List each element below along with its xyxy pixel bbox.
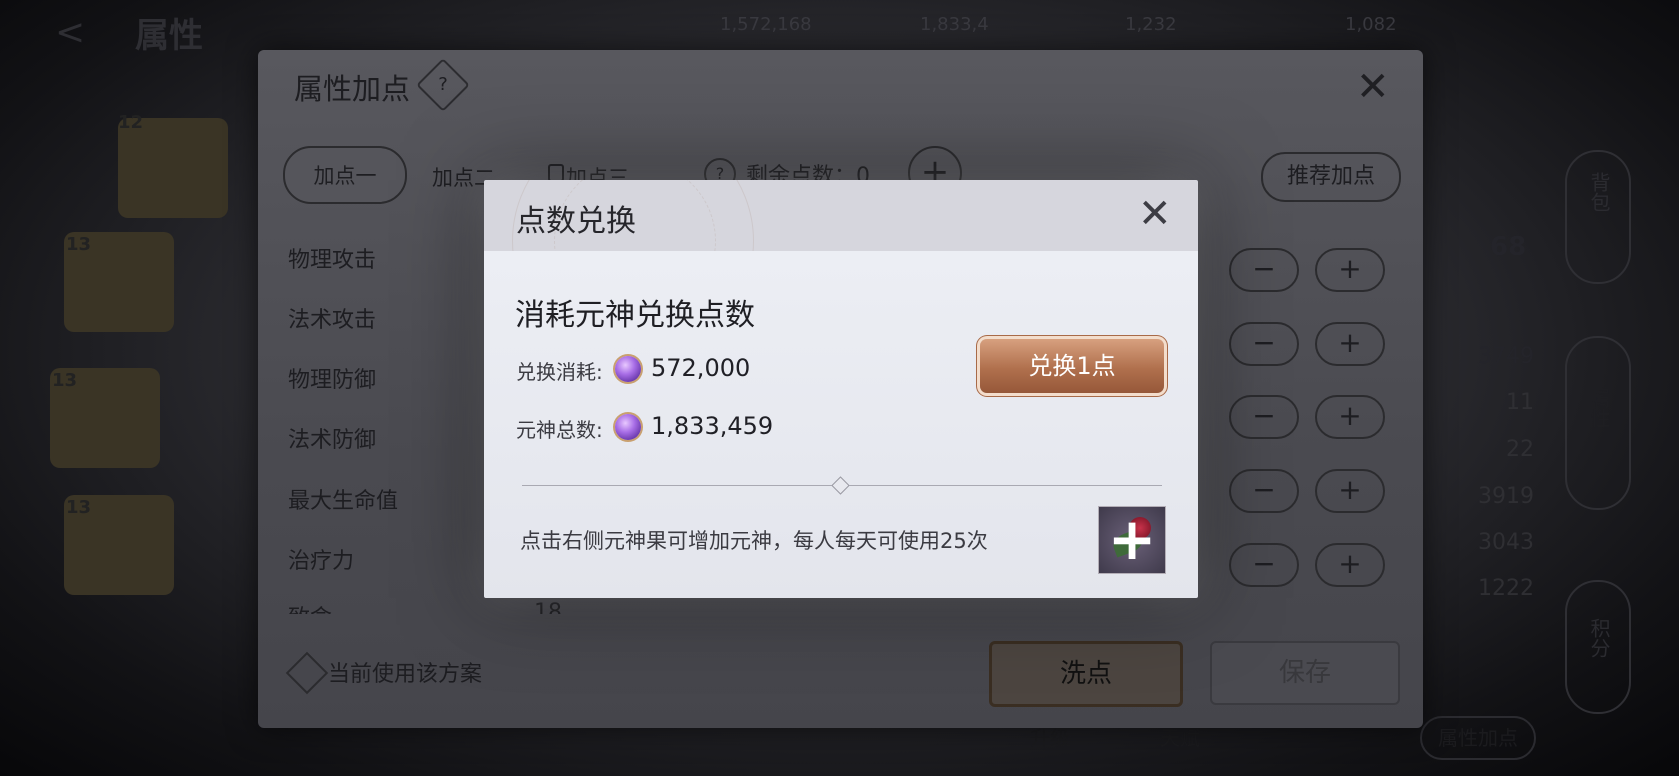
dialog-title: 点数兑换 [516,204,636,239]
equipment-level: 13 [66,234,92,255]
plus-button[interactable]: + [1315,248,1385,292]
stat-label: 治疗力 [288,549,355,574]
right-value: 68 [1490,232,1527,262]
top-stat: 1,572,168 [720,14,812,35]
equipment-slot[interactable]: 12 [118,112,228,218]
side-tab-label: 背包 [1587,172,1611,212]
usage-tip: 点击右侧元神果可增加元神，每人每天可使用25次 [520,529,988,553]
tab-label: 加点一 [313,164,377,188]
minus-button[interactable]: − [1229,322,1299,366]
back-arrow-icon[interactable]: < [55,12,85,53]
plus-button[interactable]: + [1315,469,1385,513]
recommend-button[interactable]: 推荐加点 [1261,152,1401,202]
equipment-level: 13 [66,497,92,518]
stat-label: 物理攻击 [288,248,377,273]
total-label: 元神总数: [516,418,603,442]
plus-icon: + [1107,505,1157,573]
side-tab-points[interactable]: 积分 [1565,580,1631,714]
reset-button[interactable]: 洗点 [989,641,1183,707]
minus-button[interactable]: − [1229,543,1299,587]
cost-value: 572,000 [651,354,751,382]
help-glyph: ? [438,74,448,95]
bottom-tab[interactable]: 属性加点 [1420,716,1536,760]
top-stat: 1,833,4 [920,14,989,35]
equipment-slot[interactable]: 13 [50,368,160,468]
equipment-level: 12 [118,112,144,133]
current-scheme-hint: 当前使用该方案 [328,662,483,687]
right-value: 3043 [1478,530,1534,555]
minus-button[interactable]: − [1229,395,1299,439]
right-value: 1222 [1478,576,1534,601]
plus-button[interactable]: + [1315,322,1385,366]
dialog-heading: 消耗元神兑换点数 [515,298,755,333]
spirit-gem-icon [615,414,641,440]
stat-label: 法术攻击 [288,308,377,333]
plus-button[interactable]: + [1315,543,1385,587]
equipment-slot[interactable]: 13 [64,232,174,332]
plus-button[interactable]: + [1315,395,1385,439]
exchange-button[interactable]: 兑换1点 [980,339,1164,393]
right-value: 22 [1506,437,1534,462]
top-stat: 1,232 [1125,14,1177,35]
side-tab-bag[interactable]: 背包 [1565,150,1631,284]
top-stat: 1,082 [1345,14,1397,35]
stat-label: 物理防御 [288,368,377,393]
side-tab-attributes[interactable]: 属性 [1565,336,1631,510]
right-value: 3749 [1478,344,1534,369]
total-value: 1,833,459 [651,412,774,440]
minus-button[interactable]: − [1229,248,1299,292]
stat-label: 法术防御 [288,428,377,453]
screen-title: 属性 [135,16,203,56]
minus-button[interactable]: − [1229,469,1299,513]
cost-label: 兑换消耗: [516,360,603,384]
stat-label: 最大生命值 [288,489,399,514]
close-icon[interactable]: ✕ [1138,192,1172,236]
close-icon[interactable]: ✕ [1356,64,1390,110]
equipment-level: 13 [52,370,78,391]
tab-scheme-1[interactable]: 加点一 [283,146,407,204]
spirit-fruit-button[interactable]: + [1098,506,1166,574]
stat-value: 18 [534,600,562,614]
stat-label: 致命 [288,600,332,614]
side-tab-label: 积分 [1587,618,1611,658]
exchange-dialog: 点数兑换 ✕ 消耗元神兑换点数 兑换消耗: 572,000 元神总数: 1,83… [484,180,1198,598]
side-tab-label: 属性 [1587,388,1611,428]
equipment-slot[interactable]: 13 [64,495,174,595]
right-value: 3919 [1478,484,1534,509]
dialog-header: 点数兑换 ✕ [484,180,1198,362]
save-button[interactable]: 保存 [1210,641,1400,705]
right-value: 11 [1506,390,1534,415]
spirit-gem-icon [615,356,641,382]
panel-title: 属性加点 [294,72,411,106]
